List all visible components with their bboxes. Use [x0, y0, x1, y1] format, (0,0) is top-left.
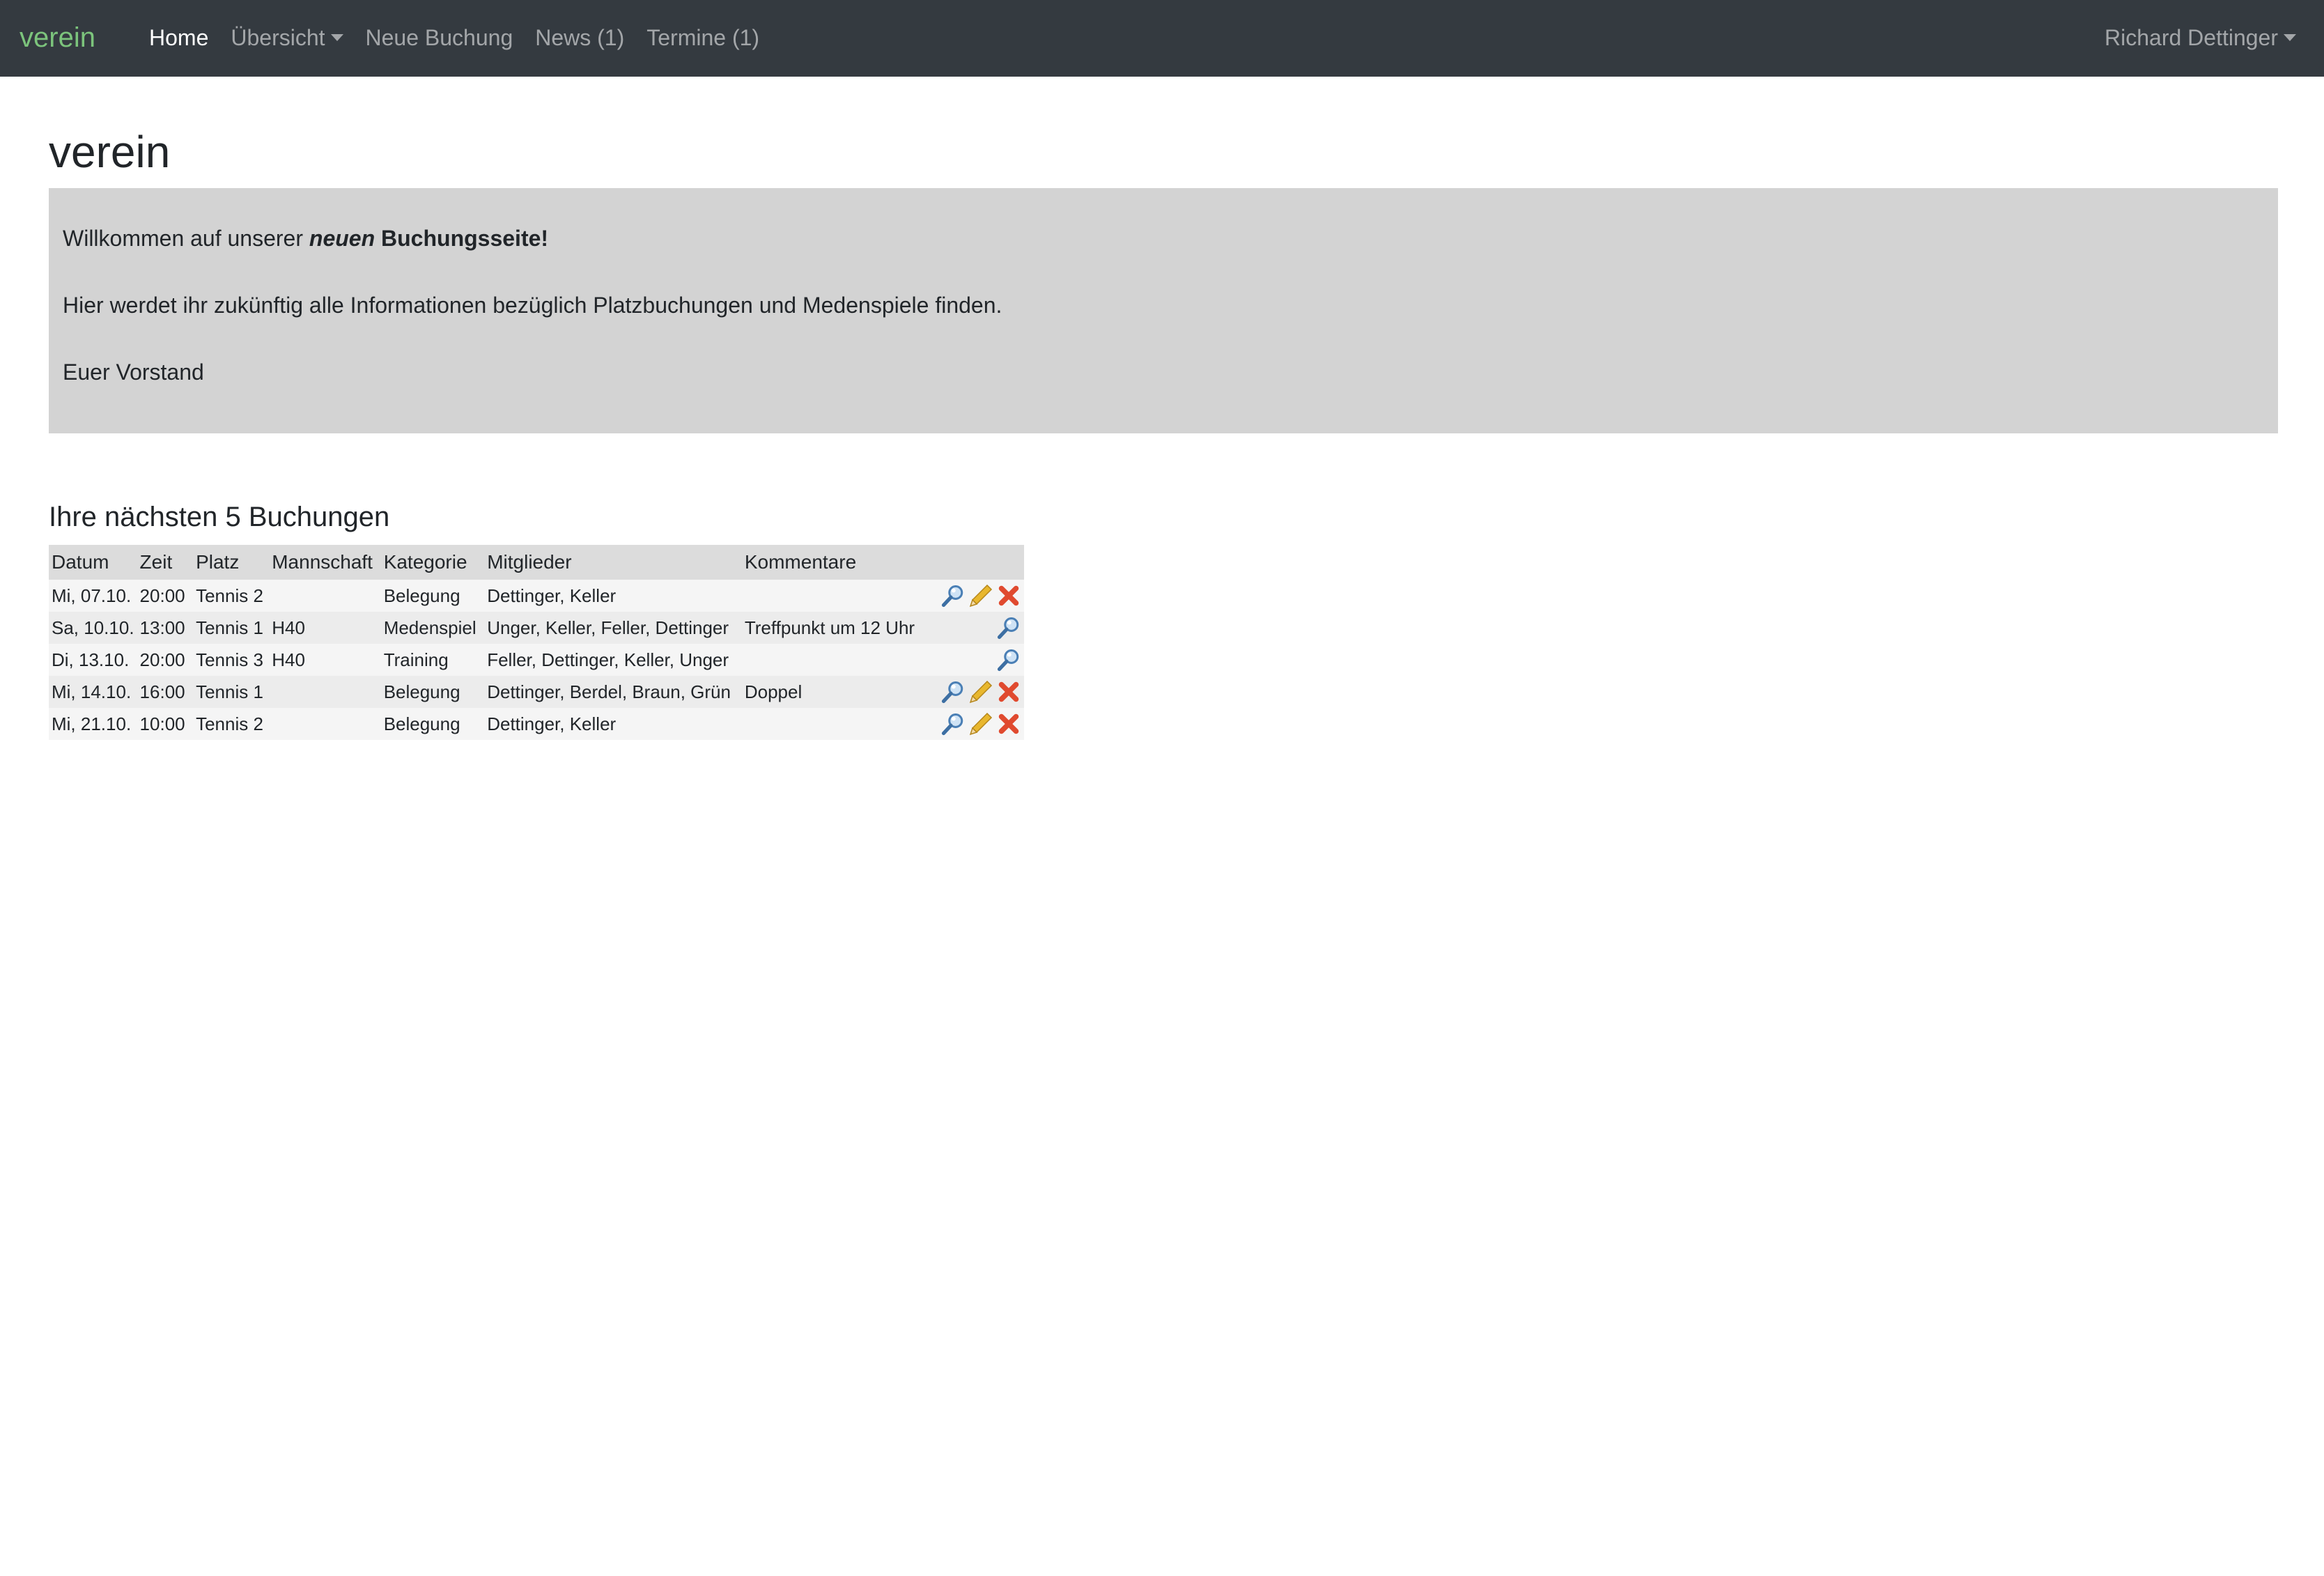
welcome-signature: Euer Vorstand	[63, 360, 204, 385]
magnifier-icon	[997, 617, 1019, 640]
col-zeit: Zeit	[137, 545, 194, 580]
col-datum: Datum	[49, 545, 137, 580]
edit-booking-button[interactable]	[968, 679, 993, 704]
user-name: Richard Dettinger	[2105, 25, 2278, 50]
cell-actions	[935, 644, 1024, 676]
view-booking-button[interactable]	[940, 679, 966, 704]
cell-kommentare	[741, 708, 935, 740]
cell-kommentare	[741, 644, 935, 676]
cell-platz: Tennis 1	[193, 676, 270, 708]
nav-menu: Home Übersicht Neue Buchung News (1) Ter…	[149, 18, 782, 57]
cell-platz: Tennis 2	[193, 708, 270, 740]
table-row: Mi, 14.10. 16:00 Tennis 1 Belegung Dettinger…	[49, 676, 1024, 708]
bookings-table: Datum Zeit Platz Mannschaft Kategorie Mi…	[49, 545, 1024, 740]
cell-kommentare: Treffpunkt um 12 Uhr	[741, 612, 935, 644]
cell-kommentare	[741, 580, 935, 612]
cell-datum: Di, 13.10.	[49, 644, 137, 676]
col-actions	[935, 545, 1024, 580]
cell-datum: Mi, 07.10.	[49, 580, 137, 612]
col-mannschaft: Mannschaft	[269, 545, 381, 580]
table-header-row: Datum Zeit Platz Mannschaft Kategorie Mi…	[49, 545, 1024, 580]
cell-mitglieder: Unger, Keller, Feller, Dettinger	[484, 612, 742, 644]
pencil-icon	[969, 680, 993, 704]
cell-actions	[935, 676, 1024, 708]
cell-mannschaft: H40	[269, 644, 381, 676]
cell-zeit: 13:00	[137, 612, 194, 644]
caret-down-icon	[330, 33, 343, 41]
welcome-emphasis: neuen	[309, 226, 375, 251]
pencil-icon	[969, 584, 993, 608]
cell-zeit: 10:00	[137, 708, 194, 740]
welcome-box: Willkommen auf unserer neuen Buchungssei…	[49, 188, 2278, 433]
delete-booking-button[interactable]	[996, 583, 1021, 608]
cell-kategorie: Belegung	[380, 580, 485, 612]
cell-datum: Sa, 10.10.	[49, 612, 137, 644]
cell-mannschaft	[269, 580, 381, 612]
cell-zeit: 16:00	[137, 676, 194, 708]
col-kommentare: Kommentare	[741, 545, 935, 580]
delete-x-icon	[998, 713, 1019, 734]
cell-mannschaft: H40	[269, 612, 381, 644]
cell-mannschaft	[269, 676, 381, 708]
delete-x-icon	[998, 681, 1019, 702]
nav-item-termine[interactable]: Termine (1)	[646, 18, 759, 57]
view-booking-button[interactable]	[940, 583, 966, 608]
view-booking-button[interactable]	[940, 711, 966, 736]
welcome-line-2: Hier werdet ihr zukünftig alle Informati…	[63, 293, 1002, 318]
cell-kategorie: Medenspiel	[380, 612, 485, 644]
welcome-line-1: Willkommen auf unserer neuen Buchungssei…	[63, 223, 2264, 254]
caret-down-icon	[2284, 33, 2296, 41]
cell-kommentare: Doppel	[741, 676, 935, 708]
nav-item-uebersicht[interactable]: Übersicht	[231, 18, 343, 57]
pencil-icon	[969, 712, 993, 736]
col-kategorie: Kategorie	[380, 545, 485, 580]
cell-mitglieder: Dettinger, Keller	[484, 580, 742, 612]
cell-zeit: 20:00	[137, 580, 194, 612]
edit-booking-button[interactable]	[968, 711, 993, 736]
table-row: Sa, 10.10. 13:00 Tennis 1 H40 Medenspiel Unge…	[49, 612, 1024, 644]
cell-platz: Tennis 1	[193, 612, 270, 644]
magnifier-icon	[941, 585, 963, 608]
bookings-title: Ihre nächsten 5 Buchungen	[49, 502, 390, 532]
edit-booking-button[interactable]	[968, 583, 993, 608]
magnifier-icon	[941, 681, 963, 704]
nav-item-home[interactable]: Home	[149, 18, 208, 57]
cell-zeit: 20:00	[137, 644, 194, 676]
nav-item-news[interactable]: News (1)	[535, 18, 624, 57]
welcome-bold: Buchungsseite!	[375, 226, 549, 251]
view-booking-button[interactable]	[996, 615, 1021, 640]
table-row: Mi, 07.10. 20:00 Tennis 2 Belegung Dettinger…	[49, 580, 1024, 612]
welcome-text: Willkommen auf unserer	[63, 226, 309, 251]
cell-platz: Tennis 3	[193, 644, 270, 676]
cell-kategorie: Belegung	[380, 676, 485, 708]
cell-datum: Mi, 14.10.	[49, 676, 137, 708]
brand-logo[interactable]: verein	[20, 18, 95, 57]
nav-item-neue-buchung[interactable]: Neue Buchung	[366, 18, 513, 57]
delete-booking-button[interactable]	[996, 679, 1021, 704]
cell-actions	[935, 612, 1024, 644]
page-title: verein	[49, 127, 171, 177]
user-menu[interactable]: Richard Dettinger	[2105, 18, 2296, 57]
table-row: Mi, 21.10. 10:00 Tennis 2 Belegung Dettinger…	[49, 708, 1024, 740]
cell-actions	[935, 708, 1024, 740]
magnifier-icon	[997, 649, 1019, 672]
cell-kategorie: Belegung	[380, 708, 485, 740]
col-platz: Platz	[193, 545, 270, 580]
table-row: Di, 13.10. 20:00 Tennis 3 H40 Training Feller…	[49, 644, 1024, 676]
cell-mitglieder: Dettinger, Keller	[484, 708, 742, 740]
cell-mitglieder: Feller, Dettinger, Keller, Unger	[484, 644, 742, 676]
nav-item-uebersicht-label: Übersicht	[231, 25, 325, 50]
view-booking-button[interactable]	[996, 647, 1021, 672]
cell-mitglieder: Dettinger, Berdel, Braun, Grün	[484, 676, 742, 708]
cell-actions	[935, 580, 1024, 612]
col-mitglieder: Mitglieder	[484, 545, 742, 580]
delete-x-icon	[998, 585, 1019, 606]
cell-kategorie: Training	[380, 644, 485, 676]
magnifier-icon	[941, 713, 963, 736]
cell-mannschaft	[269, 708, 381, 740]
delete-booking-button[interactable]	[996, 711, 1021, 736]
cell-datum: Mi, 21.10.	[49, 708, 137, 740]
cell-platz: Tennis 2	[193, 580, 270, 612]
top-navbar: verein Home Übersicht Neue Buchung News …	[0, 0, 2324, 77]
